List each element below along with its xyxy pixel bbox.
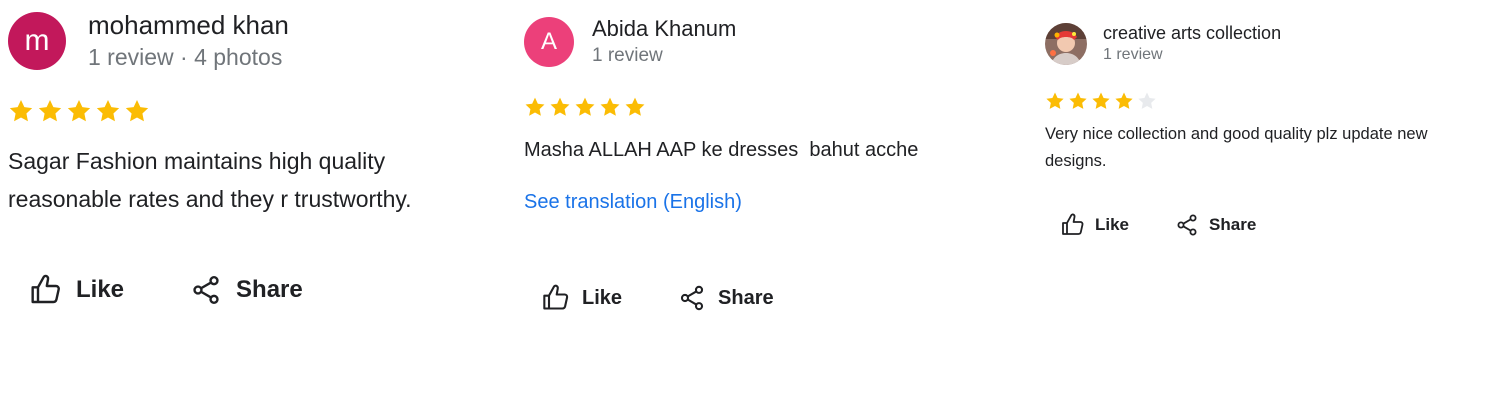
- star-filled-icon: [1114, 91, 1134, 111]
- thumbs-up-icon: [542, 284, 570, 312]
- reviewer-info: creative arts collection 1 review: [1103, 22, 1281, 65]
- review-header: m mohammed khan 1 review · 4 photos: [8, 10, 488, 72]
- share-icon: [190, 274, 222, 306]
- star-filled-icon: [1045, 91, 1065, 111]
- review-card: A Abida Khanum 1 review Masha ALLAH AAP …: [524, 16, 1004, 312]
- thumbs-up-icon: [1061, 213, 1085, 237]
- star-filled-icon: [124, 98, 150, 124]
- review-actions: Like Share: [542, 284, 1004, 312]
- share-label: Share: [236, 276, 303, 303]
- review-actions: Like Share: [1061, 213, 1485, 237]
- star-filled-icon: [37, 98, 63, 124]
- review-text: Sagar Fashion maintains high quality rea…: [8, 148, 412, 212]
- star-filled-icon: [95, 98, 121, 124]
- reviewer-name[interactable]: creative arts collection: [1103, 22, 1281, 44]
- share-label: Share: [718, 286, 774, 309]
- star-empty-icon: [1137, 91, 1157, 111]
- share-button[interactable]: Share: [678, 284, 774, 312]
- like-label: Like: [1095, 215, 1130, 234]
- star-filled-icon: [1068, 91, 1088, 111]
- like-label: Like: [76, 276, 125, 303]
- star-filled-icon: [624, 96, 646, 118]
- share-button[interactable]: Share: [190, 274, 303, 306]
- share-label: Share: [1209, 215, 1257, 234]
- reviewer-info: mohammed khan 1 review · 4 photos: [88, 10, 289, 72]
- star-rating: [1045, 91, 1485, 111]
- review-card: m mohammed khan 1 review · 4 photos Saga…: [8, 10, 488, 306]
- review-text: Masha ALLAH AAP ke dresses bahut acche: [524, 139, 919, 161]
- share-button[interactable]: Share: [1175, 213, 1256, 237]
- avatar[interactable]: m: [8, 12, 66, 70]
- like-button[interactable]: Like: [30, 274, 124, 306]
- avatar[interactable]: [1045, 22, 1087, 65]
- share-icon: [1175, 213, 1199, 237]
- review-header: creative arts collection 1 review: [1045, 22, 1485, 65]
- review-actions: Like Share: [30, 274, 488, 306]
- review-header: A Abida Khanum 1 review: [524, 16, 1004, 68]
- star-filled-icon: [599, 96, 621, 118]
- profile-photo-icon: [1045, 22, 1087, 65]
- star-filled-icon: [1091, 91, 1111, 111]
- like-button[interactable]: Like: [1061, 213, 1129, 237]
- reviewer-name[interactable]: Abida Khanum: [592, 16, 736, 42]
- star-rating: [8, 98, 488, 124]
- reviewer-meta: 1 review · 4 photos: [88, 44, 283, 70]
- review-card: creative arts collection 1 review Very n…: [1045, 22, 1485, 237]
- see-translation-link[interactable]: See translation (English): [524, 188, 742, 216]
- star-filled-icon: [8, 98, 34, 124]
- star-filled-icon: [549, 96, 571, 118]
- like-label: Like: [582, 286, 623, 309]
- reviewer-info: Abida Khanum 1 review: [592, 16, 736, 68]
- star-rating: [524, 96, 1004, 118]
- like-button[interactable]: Like: [542, 284, 622, 312]
- share-icon: [678, 284, 706, 312]
- star-filled-icon: [524, 96, 546, 118]
- reviewer-name[interactable]: mohammed khan: [88, 10, 289, 40]
- thumbs-up-icon: [30, 274, 62, 306]
- reviewer-meta: 1 review: [592, 45, 663, 66]
- star-filled-icon: [66, 98, 92, 124]
- review-text: Very nice collection and good quality pl…: [1045, 125, 1428, 170]
- reviewer-meta: 1 review: [1103, 46, 1163, 63]
- star-filled-icon: [574, 96, 596, 118]
- avatar[interactable]: A: [524, 17, 574, 67]
